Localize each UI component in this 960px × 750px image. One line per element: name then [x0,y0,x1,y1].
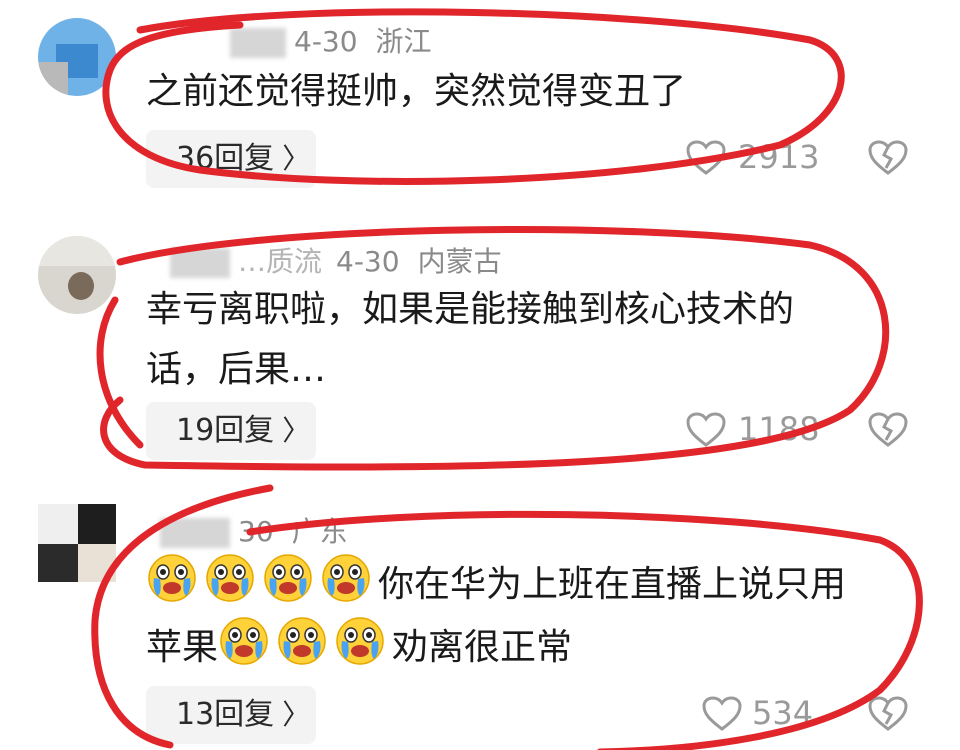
avatar[interactable] [38,18,116,96]
comment-meta: 30 广东 [160,510,348,550]
comment-text: 之前还觉得挺帅，突然觉得变丑了 [146,62,906,122]
comment-text: 你在华为上班在直播上说只用 苹果 劝离很正常 [146,552,906,678]
comment-date: 30 [238,515,274,548]
broken-heart-icon[interactable] [868,140,908,176]
comment-text-segment: 苹果 [146,627,219,668]
chevron-right-icon: 〉 [282,142,311,175]
comment-text-line: 你在华为上班在直播上说只用 [146,552,906,615]
reply-button[interactable]: 13回复〉 [146,686,316,744]
reply-button[interactable]: 19回复〉 [146,402,316,460]
broken-heart-icon[interactable] [868,412,908,448]
comment-text: 幸亏离职啦，如果是能接触到核心技术的 话，后果… [146,280,906,400]
reply-label: 36回复 [176,141,275,176]
crying-face-emoji [218,615,270,667]
comment-meta: 4-30 浙江 [230,20,432,60]
avatar[interactable] [38,236,116,314]
reply-label: 13回复 [176,697,275,732]
like-count: 534 [752,694,814,732]
comment-date: 4-30 [294,25,358,58]
comment-location: 浙江 [375,25,432,58]
comment-text-line: 话，后果… [146,349,327,390]
crying-face-emoji [146,552,198,604]
comment-location: 内蒙古 [417,245,502,278]
crying-face-emoji [262,552,314,604]
comment-date: 4-30 [336,245,400,278]
crying-face-emoji [204,552,256,604]
like-count: 2913 [738,138,820,176]
avatar[interactable] [38,504,116,582]
comment-text-segment: 你在华为上班在直播上说只用 [378,564,847,605]
reply-button[interactable]: 36回复〉 [146,130,316,188]
crying-face-emoji [276,615,328,667]
comment-text-line: 苹果 劝离很正常 [146,615,906,678]
comment-meta: …质流 4-30 内蒙古 [170,240,502,280]
comment-text-line: 幸亏离职啦，如果是能接触到核心技术的 [146,289,795,330]
reply-label: 19回复 [176,413,275,448]
comment-text-line: 之前还觉得挺帅，突然觉得变丑了 [146,71,687,112]
comment-author: …质流 [238,245,323,278]
broken-heart-icon[interactable] [868,696,908,732]
crying-face-emoji [334,615,386,667]
heart-outline-icon[interactable] [686,140,726,176]
comment-text-segment: 劝离很正常 [392,627,573,668]
crying-face-emoji [320,552,372,604]
comment-location: 广东 [291,515,348,548]
heart-outline-icon[interactable] [686,412,726,448]
chevron-right-icon: 〉 [282,414,311,447]
like-count: 1188 [738,410,820,448]
heart-outline-icon[interactable] [702,696,742,732]
chevron-right-icon: 〉 [282,698,311,731]
